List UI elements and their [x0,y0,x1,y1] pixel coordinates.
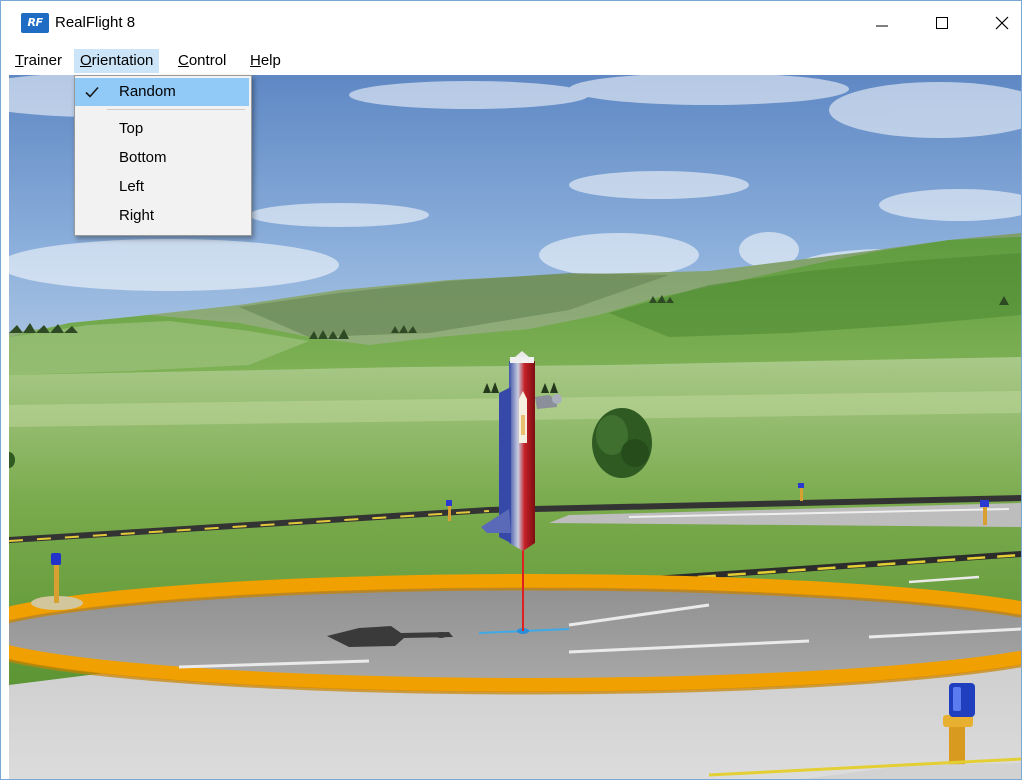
orientation-dropdown-menu: Random Top Bottom Left Right [74,75,252,236]
menu-trainer[interactable]: Trainer [9,49,68,73]
realflight-app-icon: RF [21,13,49,33]
menu-bar: Trainer Orientation Control Help [1,47,1021,73]
minimize-button[interactable] [859,1,905,45]
app-window: RF RealFlight 8 Trainer Orientation Cont… [0,0,1022,780]
menu-option-random[interactable]: Random [75,78,249,106]
menu-option-bottom[interactable]: Bottom [75,144,249,172]
close-button[interactable] [979,1,1021,45]
menu-separator [107,109,245,110]
title-bar[interactable]: RF RealFlight 8 [1,1,1021,45]
menu-orientation[interactable]: Orientation [74,49,160,73]
maximize-icon [936,17,948,29]
maximize-button[interactable] [919,1,965,45]
menu-option-top[interactable]: Top [75,115,249,143]
minimize-icon [876,25,888,27]
checkmark-icon [85,86,99,98]
window-title: RealFlight 8 [55,14,136,31]
menu-control[interactable]: Control [172,49,232,73]
menu-option-left[interactable]: Left [75,173,249,201]
menu-option-right[interactable]: Right [75,202,249,230]
close-icon [995,16,1009,30]
menu-help[interactable]: Help [244,49,287,73]
